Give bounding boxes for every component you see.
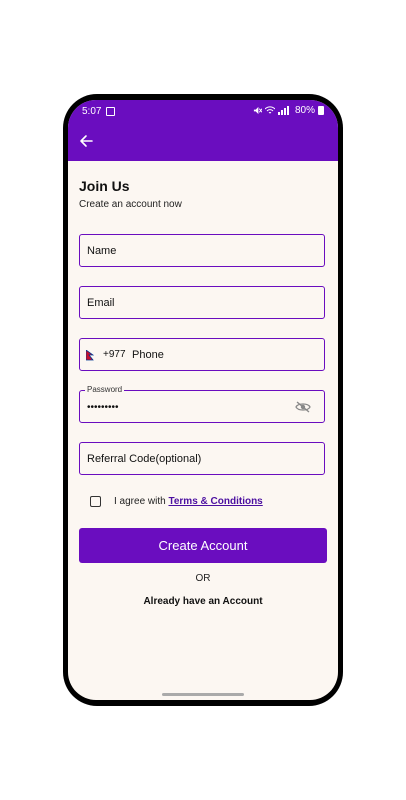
- password-value[interactable]: •••••••••: [87, 402, 119, 413]
- signal-icon: [277, 106, 289, 115]
- app-screen: 5:07 80% Join Us Create an account now +…: [68, 100, 338, 700]
- home-indicator[interactable]: [162, 693, 244, 696]
- agree-text: I agree with: [114, 496, 166, 507]
- gallery-icon: [106, 107, 115, 116]
- terms-link[interactable]: Terms & Conditions: [168, 496, 262, 507]
- name-field[interactable]: [79, 234, 325, 267]
- referral-input[interactable]: [87, 443, 287, 474]
- create-account-button[interactable]: Create Account: [79, 528, 327, 563]
- status-time: 5:07: [82, 106, 102, 117]
- arrow-left-icon[interactable]: [78, 133, 94, 149]
- eye-off-icon[interactable]: [295, 401, 311, 413]
- or-divider: OR: [195, 573, 211, 584]
- email-field[interactable]: [79, 286, 325, 319]
- status-icons: 80%: [253, 105, 324, 116]
- phone-field[interactable]: +977: [79, 338, 325, 371]
- page-subtitle: Create an account now: [79, 199, 182, 210]
- app-bar: 5:07 80%: [68, 100, 338, 161]
- email-input[interactable]: [87, 287, 287, 318]
- battery-icon: [318, 106, 324, 115]
- nepal-flag-icon: [86, 350, 94, 361]
- status-bar: 5:07 80%: [68, 100, 338, 122]
- password-label: Password: [85, 385, 125, 394]
- page-title: Join Us: [79, 178, 130, 194]
- agree-checkbox[interactable]: [90, 496, 101, 507]
- agree-row: I agree with Terms & Conditions: [114, 496, 263, 507]
- mute-icon: [253, 106, 262, 115]
- referral-field[interactable]: [79, 442, 325, 475]
- login-link[interactable]: Already have an Account: [68, 596, 338, 607]
- battery-percent: 80%: [294, 105, 315, 116]
- phone-input[interactable]: [132, 339, 312, 370]
- name-input[interactable]: [87, 235, 287, 266]
- country-code[interactable]: +977: [103, 349, 126, 360]
- wifi-icon: [264, 106, 275, 114]
- password-field[interactable]: Password •••••••••: [79, 385, 325, 423]
